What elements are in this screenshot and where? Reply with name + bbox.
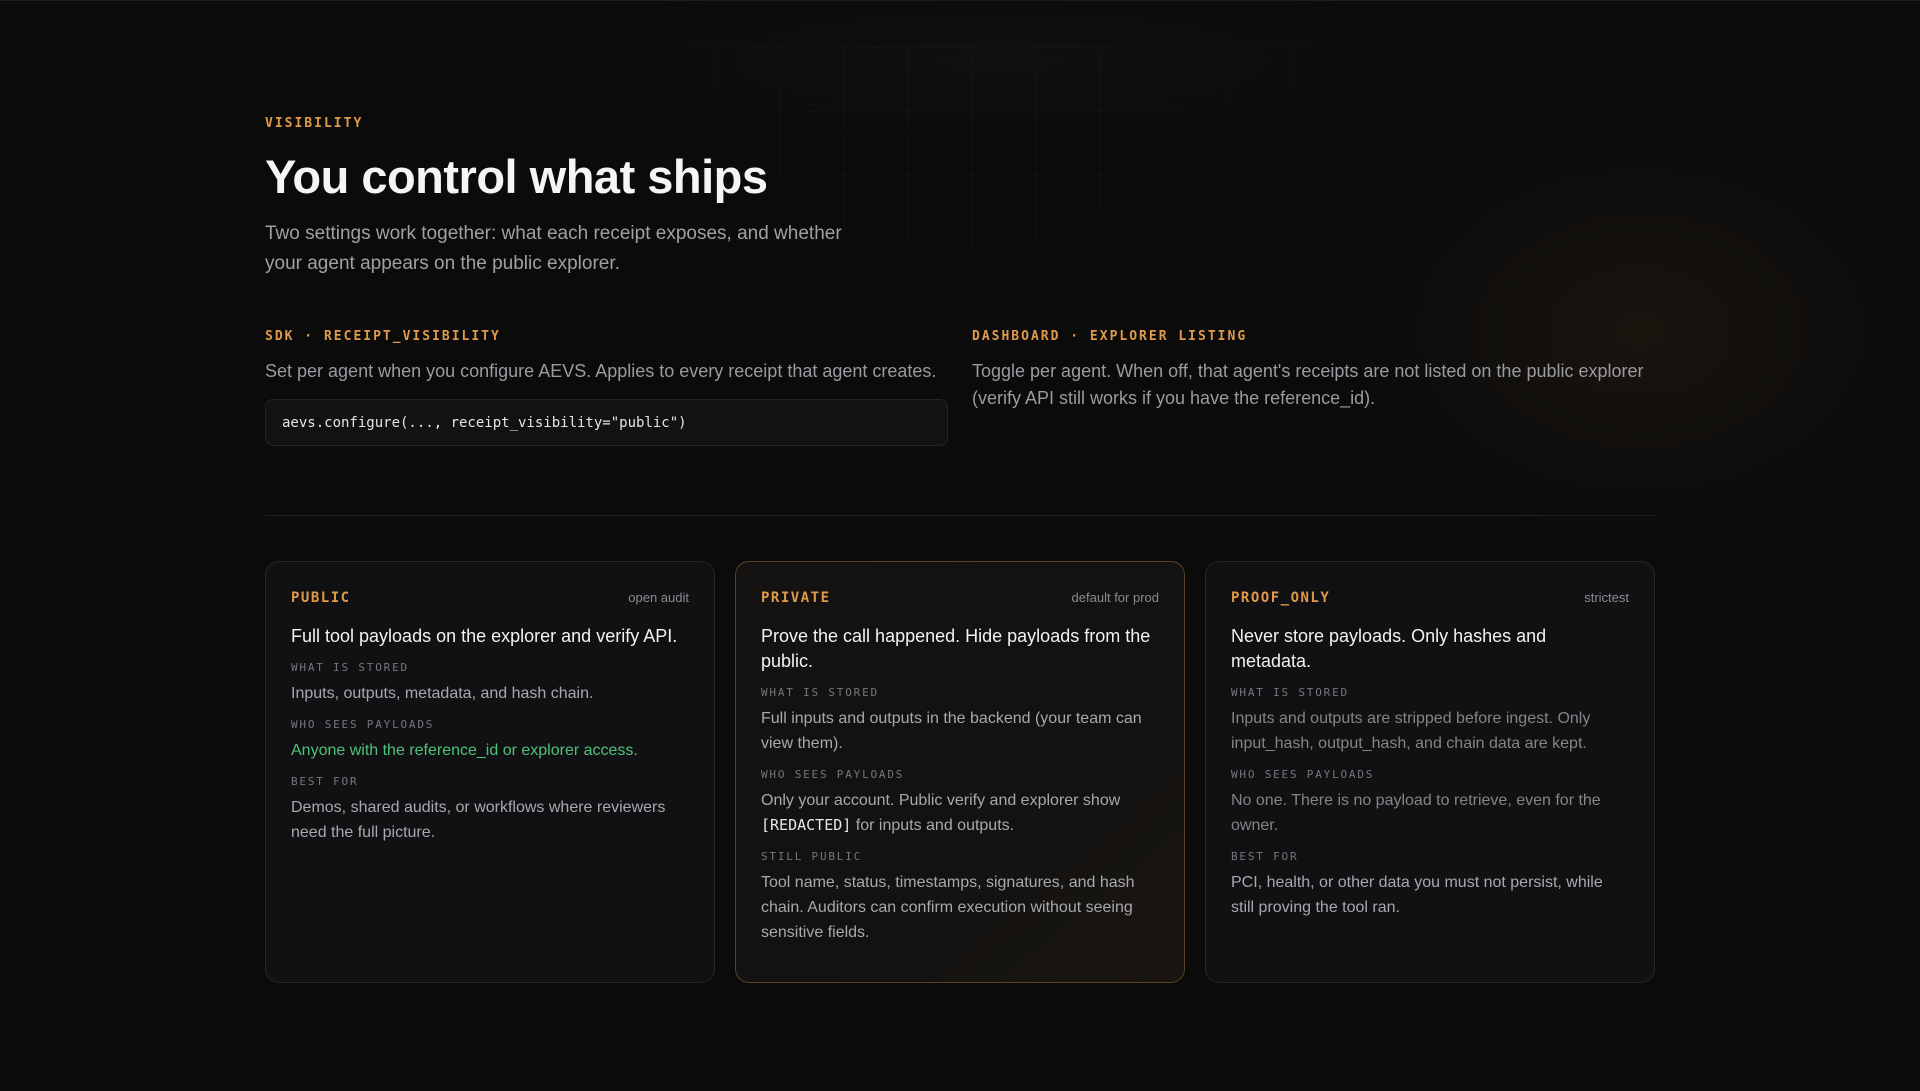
field-value: Anyone with the reference_id or explorer… [291, 742, 638, 759]
card-header: PRIVATE default for prod [761, 590, 1159, 606]
sdk-setting-description: Set per agent when you configure AEVS. A… [265, 361, 937, 381]
dashboard-setting: DASHBOARD · EXPLORER LISTING Toggle per … [972, 329, 1655, 412]
field-label: WHO SEES PAYLOADS [761, 768, 905, 781]
field-label: WHAT IS STORED [761, 686, 879, 699]
divider [265, 515, 1655, 516]
field-value-text: Only your account. Public verify and exp… [761, 792, 1121, 809]
card-title: Prove the call happened. Hide payloads f… [761, 626, 1151, 671]
field-value: Inputs and outputs are stripped before i… [1231, 710, 1591, 752]
field-value: No one. There is no payload to retrieve,… [1231, 792, 1601, 834]
field-value: Inputs, outputs, metadata, and hash chai… [291, 685, 594, 702]
proof-only-card: PROOF_ONLY strictest Never store payload… [1205, 561, 1655, 983]
field-label: WHAT IS STORED [291, 661, 409, 674]
field-value: PCI, health, or other data you must not … [1231, 874, 1603, 916]
section-eyebrow: VISIBILITY [265, 116, 364, 131]
page-subtitle: Two settings work together: what each re… [265, 223, 842, 274]
sdk-setting: SDK · RECEIPT_VISIBILITY Set per agent w… [265, 329, 948, 446]
sdk-setting-label: SDK · RECEIPT_VISIBILITY [265, 329, 501, 344]
dashboard-setting-description: Toggle per agent. When off, that agent's… [972, 361, 1644, 408]
card-note: default for prod [1071, 590, 1159, 605]
field-label: WHO SEES PAYLOADS [1231, 768, 1375, 781]
public-card: PUBLIC open audit Full tool payloads on … [265, 561, 715, 983]
private-card: PRIVATE default for prod Prove the call … [735, 561, 1185, 983]
field-label: BEST FOR [1231, 850, 1299, 863]
card-header: PUBLIC open audit [291, 590, 689, 606]
field-value-text: for inputs and outputs. [855, 817, 1015, 834]
field-label: BEST FOR [291, 775, 359, 788]
card-note: strictest [1584, 590, 1629, 605]
card-title: Never store payloads. Only hashes and me… [1231, 626, 1547, 671]
field-label: STILL PUBLIC [761, 850, 863, 863]
card-header: PROOF_ONLY strictest [1231, 590, 1629, 606]
card-tag: PRIVATE [761, 590, 831, 606]
card-note: open audit [628, 590, 689, 605]
field-value: Full inputs and outputs in the backend (… [761, 710, 1142, 752]
redacted-code: [REDACTED] [761, 816, 852, 834]
card-tag: PUBLIC [291, 590, 351, 606]
field-value: Demos, shared audits, or workflows where… [291, 799, 666, 841]
field-value: Only your account. Public verify and exp… [761, 788, 1159, 838]
field-value: Tool name, status, timestamps, signature… [761, 874, 1135, 941]
dashboard-setting-label: DASHBOARD · EXPLORER LISTING [972, 329, 1248, 344]
field-label: WHAT IS STORED [1231, 686, 1349, 699]
field-label: WHO SEES PAYLOADS [291, 718, 435, 731]
card-title: Full tool payloads on the explorer and v… [291, 626, 678, 646]
card-tag: PROOF_ONLY [1231, 590, 1331, 606]
page-title: You control what ships [265, 150, 768, 203]
page: VISIBILITY You control what ships Two se… [0, 0, 1920, 1091]
code-snippet[interactable]: aevs.configure(..., receipt_visibility="… [265, 399, 948, 446]
